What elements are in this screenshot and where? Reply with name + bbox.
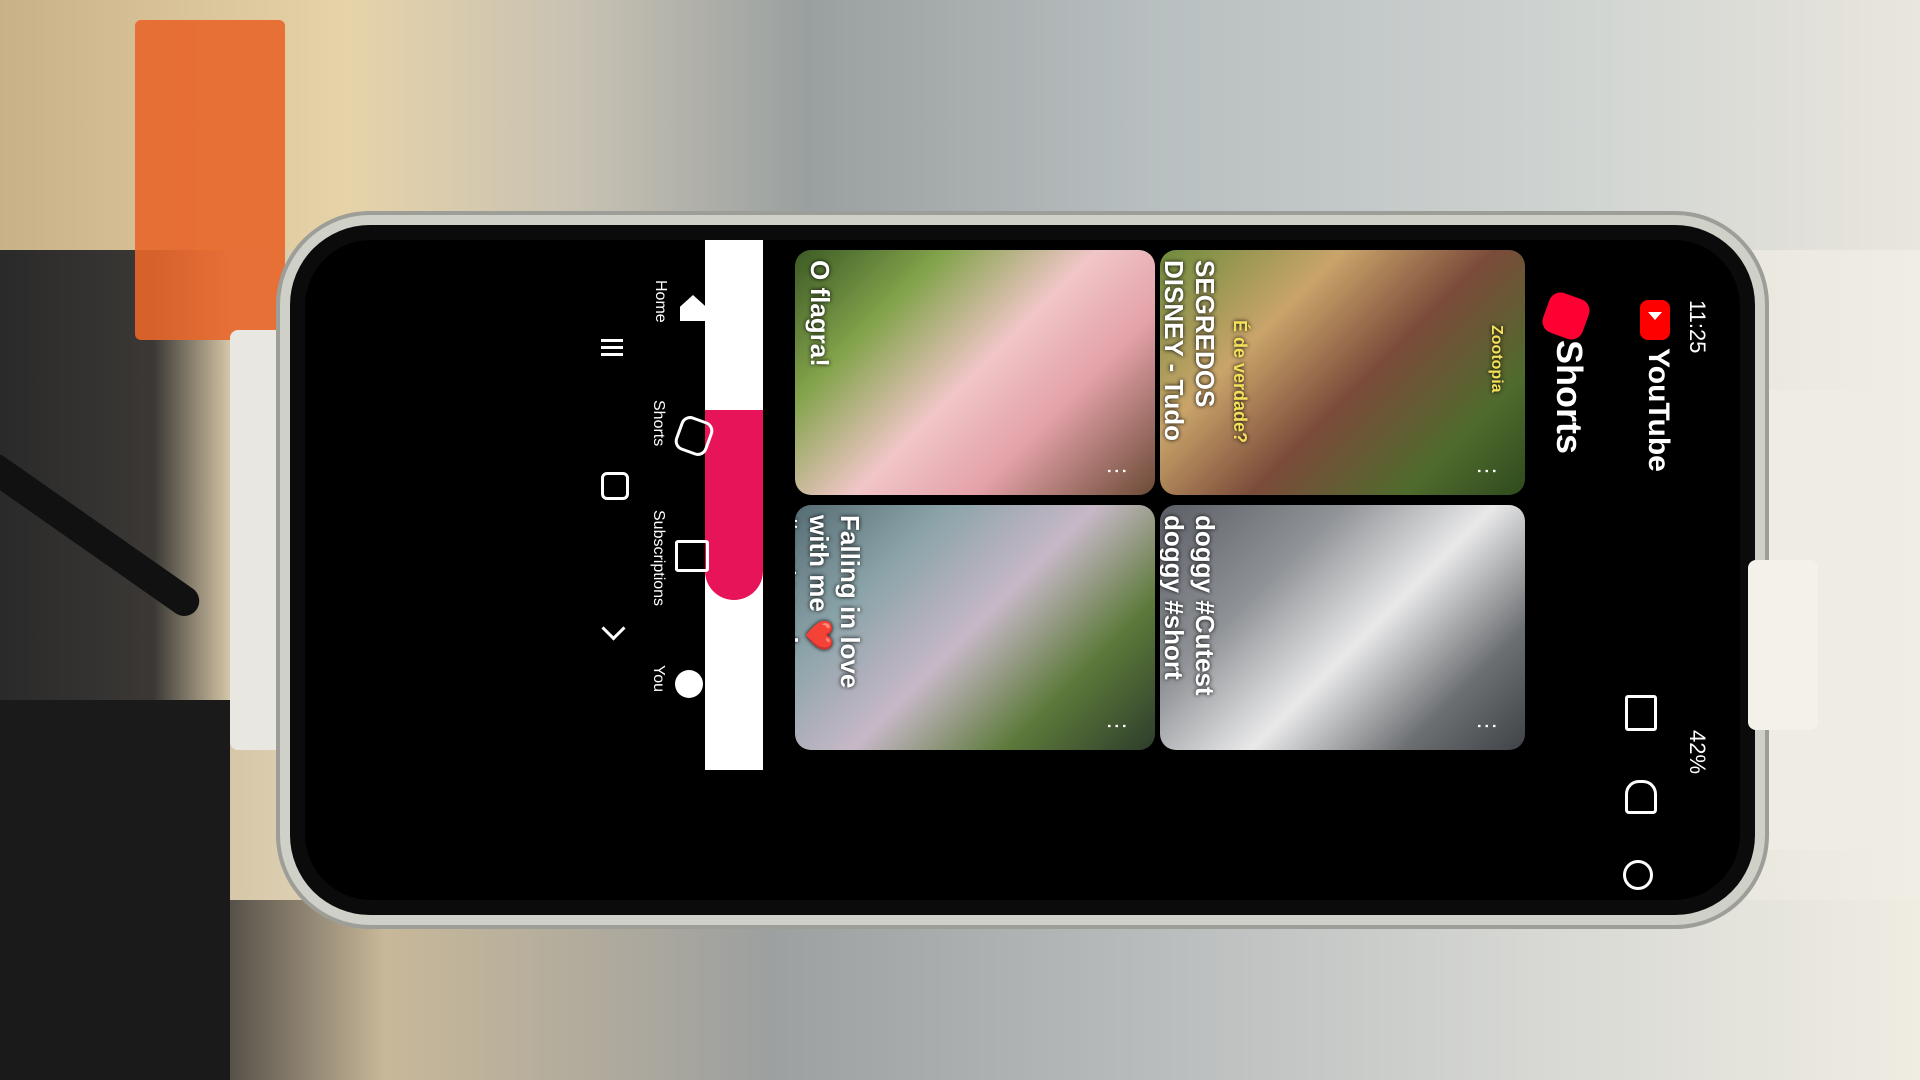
short-card[interactable]: Zootopia É de verdade? SEGREDOS DISNEY -… — [1160, 250, 1525, 495]
short-caption: O flagra! — [805, 260, 835, 367]
more-options-icon[interactable]: ⋮ — [1104, 460, 1130, 482]
home-icon[interactable] — [680, 295, 706, 321]
shorts-logo-icon — [1539, 289, 1593, 343]
search-icon[interactable] — [1623, 860, 1653, 890]
dark-block — [0, 700, 230, 1080]
overlay-banner-red — [705, 410, 763, 600]
cast-icon[interactable] — [1625, 695, 1657, 731]
you-avatar-icon[interactable] — [675, 670, 703, 698]
short-card[interactable]: doggy #Cutest doggy #short #homepet ⋮ — [1160, 505, 1525, 750]
section-title: Shorts — [1549, 340, 1590, 455]
nav-home-label: Home — [652, 280, 669, 323]
background-bottom — [0, 900, 1920, 1080]
short-caption-top: É de verdade? — [1230, 320, 1250, 444]
phone: 11:25 42% YouTube Shorts Zootopia É de v… — [290, 225, 1755, 915]
notifications-bell-icon[interactable] — [1625, 780, 1657, 814]
background-top — [0, 0, 1920, 250]
phone-mount-left — [230, 330, 290, 750]
more-options-icon[interactable]: ⋮ — [1474, 460, 1500, 482]
system-back-icon[interactable] — [601, 616, 626, 641]
status-battery: 42% — [1685, 730, 1710, 775]
youtube-logo-icon[interactable] — [1640, 300, 1670, 340]
app-title: YouTube — [1642, 348, 1675, 472]
status-time: 11:25 — [1685, 300, 1710, 354]
short-caption: doggy #Cutest doggy #short #homepet — [1160, 515, 1220, 696]
orange-box — [135, 20, 285, 340]
short-tag: Zootopia — [1488, 325, 1505, 393]
system-home-icon[interactable] — [601, 472, 629, 500]
phone-screen: 11:25 42% YouTube Shorts Zootopia É de v… — [305, 240, 1740, 900]
short-card[interactable]: Falling in love with me ❤️ #motocycle ..… — [795, 505, 1155, 750]
short-caption: Falling in love with me ❤️ #motocycle ..… — [795, 515, 865, 689]
phone-clip — [1748, 560, 1818, 730]
nav-subscriptions-label: Subscriptions — [650, 510, 667, 607]
more-options-icon[interactable]: ⋮ — [1474, 715, 1500, 737]
short-caption: SEGREDOS DISNEY - Tudo sobre o picolé ..… — [1160, 260, 1220, 442]
more-options-icon[interactable]: ⋮ — [1104, 715, 1130, 737]
nav-shorts-label: Shorts — [650, 400, 667, 447]
subscriptions-icon[interactable] — [675, 540, 709, 572]
cable — [0, 448, 206, 622]
recent-apps-icon[interactable] — [601, 335, 623, 356]
short-card[interactable]: O flagra! ⋮ — [795, 250, 1155, 495]
nav-you-label: You — [650, 665, 667, 692]
